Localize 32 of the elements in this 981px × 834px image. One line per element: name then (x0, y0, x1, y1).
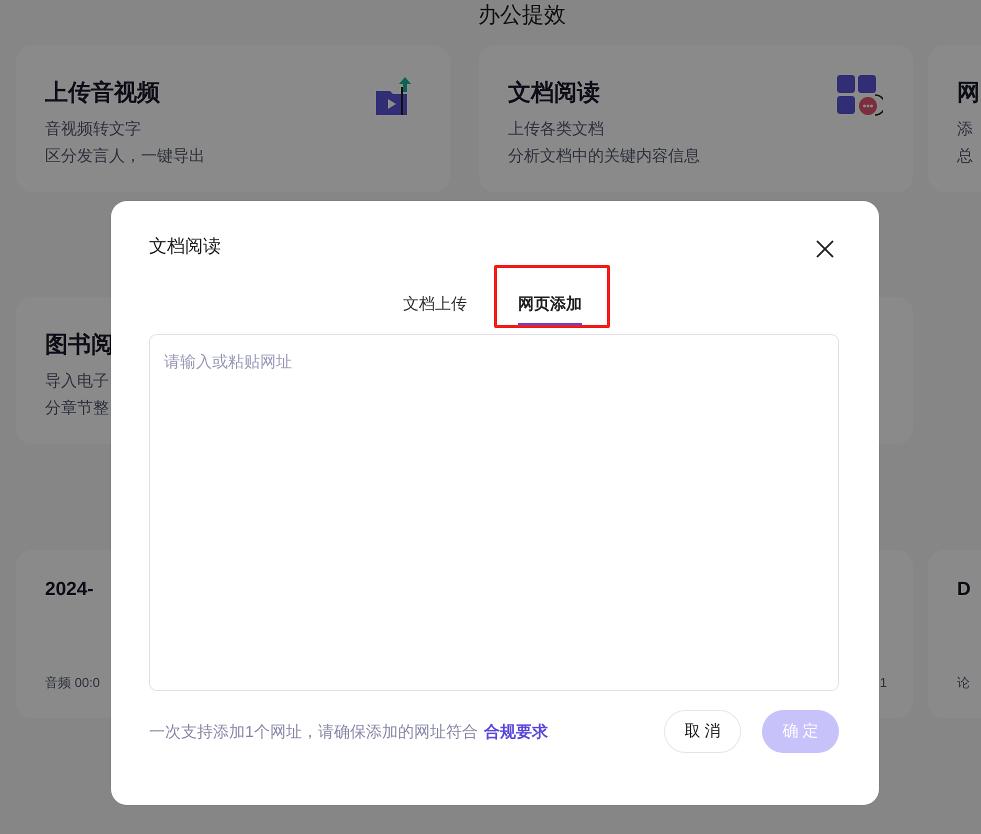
card-background[interactable]: D 论 (928, 550, 981, 718)
card-description: 导入电子 (45, 372, 109, 392)
card-title: 上传音视频 (45, 78, 160, 107)
record-title: D (957, 578, 971, 602)
card-description: 分章节整 (45, 398, 109, 419)
dialog-title: 文档阅读 (149, 235, 221, 258)
close-button[interactable] (814, 238, 836, 260)
record-title: 2024- (45, 578, 94, 602)
tab[interactable]: 网页添加 (518, 286, 582, 326)
card-background[interactable]: 上传音视频 音视频转文字 区分发言人，一键导出 (16, 45, 450, 192)
grid-icon (837, 75, 883, 117)
card-description: 区分发言人，一键导出 (45, 146, 205, 167)
card-description: 分析文档中的关键内容信息 (508, 146, 700, 167)
cancel-button[interactable]: 取 消 (664, 710, 741, 753)
record-meta: 音频 00:0 (45, 674, 100, 692)
card-description: 音视频转文字 (45, 120, 141, 140)
record-meta: 1 (880, 674, 887, 692)
tab[interactable]: 文档上传 (403, 286, 467, 326)
card-background[interactable]: 文档阅读 上传各类文档 分析文档中的关键内容信息 (479, 45, 913, 192)
card-description: 添 (957, 120, 973, 140)
record-meta: 论 (957, 674, 970, 692)
close-icon (816, 240, 834, 258)
card-background[interactable]: 网 添 总 (928, 45, 981, 192)
section-title: 办公提效 (478, 1, 566, 29)
compliance-link[interactable]: 合规要求 (484, 721, 548, 745)
card-description: 上传各类文档 (508, 120, 604, 140)
card-description: 总 (957, 147, 973, 167)
compliance-note: 一次支持添加1个网址，请确保添加的网址符合 (149, 722, 478, 743)
card-title: 文档阅读 (508, 78, 600, 107)
url-field[interactable]: 请输入或粘贴网址 (149, 334, 839, 691)
folder-upload-icon (374, 75, 414, 117)
card-title: 网 (957, 78, 980, 107)
